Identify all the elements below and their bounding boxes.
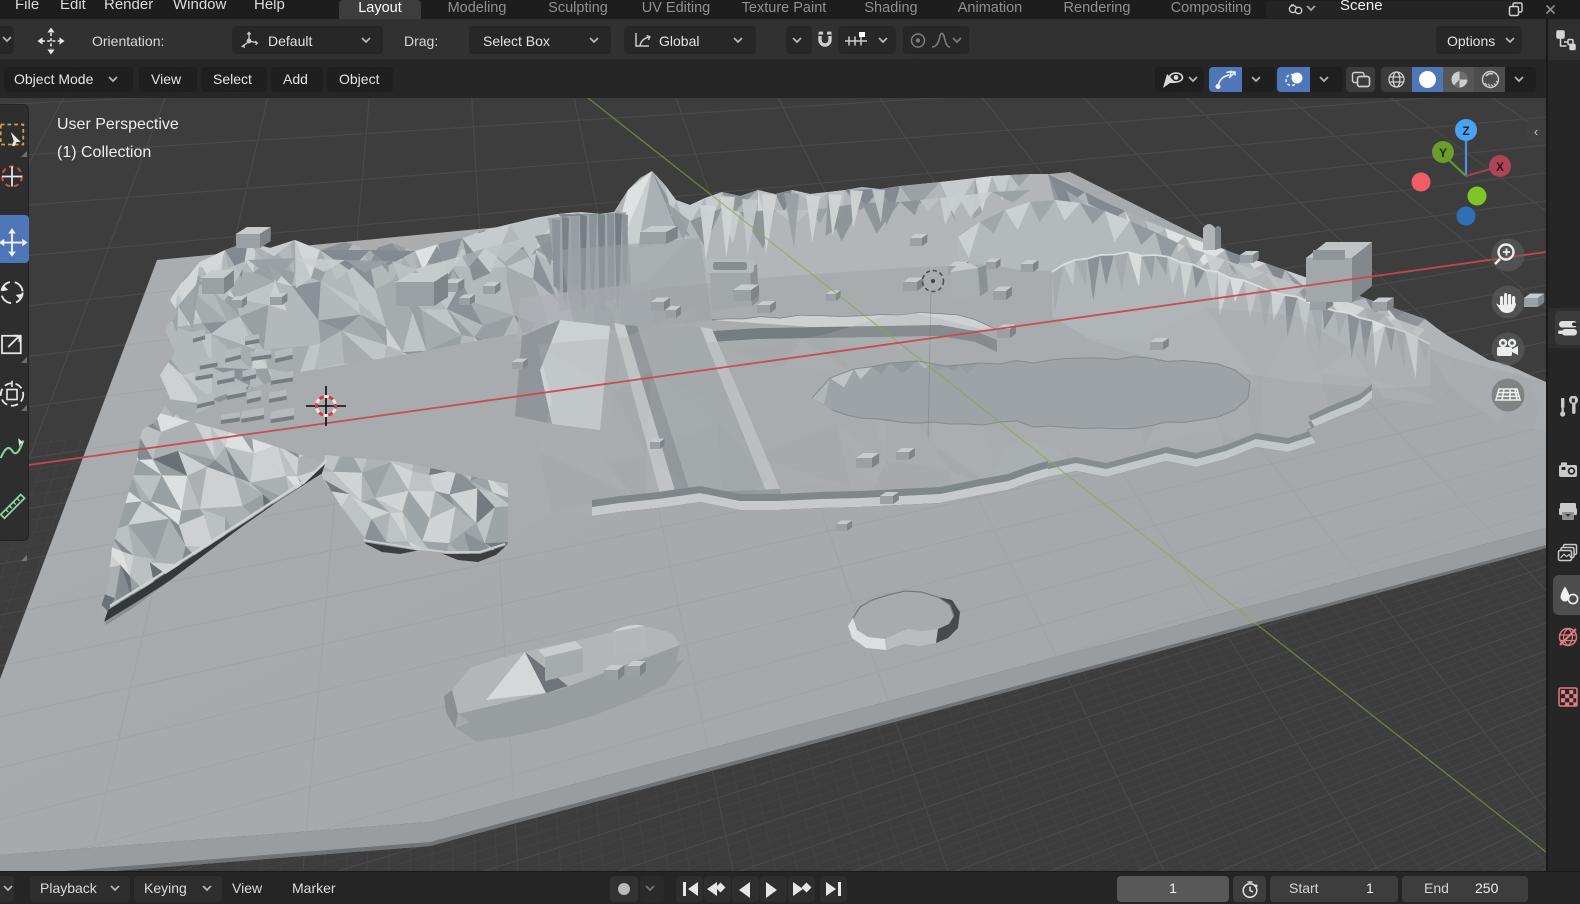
svg-text:User Perspective: User Perspective	[57, 116, 179, 133]
svg-text:(1) Collection: (1) Collection	[57, 144, 151, 161]
svg-text:X: X	[1496, 160, 1504, 174]
svg-text:Z: Z	[1462, 124, 1469, 138]
svg-text:‹: ‹	[1534, 124, 1538, 139]
svg-text:Y: Y	[1439, 146, 1447, 160]
